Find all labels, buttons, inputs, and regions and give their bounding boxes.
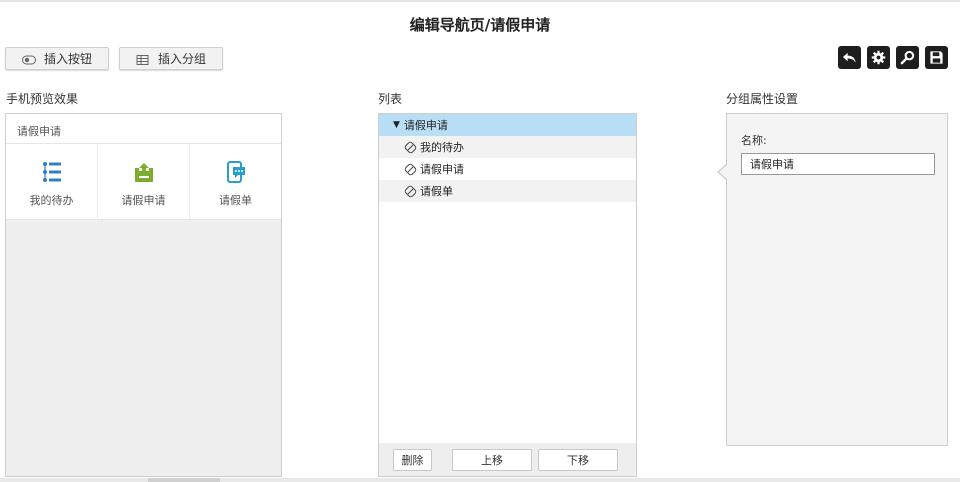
move-up-button[interactable]: 上移 xyxy=(452,449,532,471)
name-field[interactable] xyxy=(741,153,935,175)
insert-button-button[interactable]: 插入按钮 xyxy=(5,47,109,70)
save-icon xyxy=(930,51,943,64)
back-button[interactable] xyxy=(838,46,861,69)
delete-button[interactable]: 删除 xyxy=(393,449,432,471)
list-icon xyxy=(42,162,61,182)
link-icon xyxy=(404,185,417,197)
mobile-chat-icon xyxy=(226,161,245,183)
list-footer: 删除 上移 下移 xyxy=(379,443,636,476)
list-item-label: 请假申请 xyxy=(420,163,464,176)
preview-grid: 我的待办 请假申请 请假单 xyxy=(6,144,281,220)
preview-group-title: 请假申请 xyxy=(6,114,281,144)
list-item[interactable]: 我的待办 xyxy=(379,136,636,158)
preview-item-todo[interactable]: 我的待办 xyxy=(6,144,98,219)
props-panel: 名称: xyxy=(726,113,948,446)
list-section-label: 列表 xyxy=(378,92,403,106)
insert-group-label: 插入分组 xyxy=(157,52,206,66)
top-border xyxy=(0,0,960,2)
nav-list: ▼ 请假申请 我的待办 请假申请 请假单 删除 上移 下移 xyxy=(378,113,637,477)
page-title: 编辑导航页/请假申请 xyxy=(409,16,551,34)
expand-triangle-icon[interactable]: ▼ xyxy=(393,120,400,130)
list-item[interactable]: 请假单 xyxy=(379,180,636,202)
preview-item-leave-form[interactable]: 请假单 xyxy=(190,144,281,219)
scrollbar-thumb[interactable] xyxy=(148,478,220,482)
list-item[interactable]: 请假申请 xyxy=(379,158,636,180)
link-icon xyxy=(404,163,417,175)
link-icon xyxy=(404,141,417,153)
gear-icon xyxy=(871,50,886,65)
move-down-button[interactable]: 下移 xyxy=(538,449,618,471)
search-icon xyxy=(900,50,915,65)
props-pointer-inner xyxy=(719,164,728,180)
preview-item-label: 请假申请 xyxy=(121,194,166,207)
upload-tray-icon xyxy=(134,163,153,182)
toggle-icon xyxy=(21,54,36,64)
save-button[interactable] xyxy=(925,46,948,69)
list-group-row[interactable]: ▼ 请假申请 xyxy=(379,114,636,136)
back-icon xyxy=(842,52,856,63)
horizontal-scrollbar[interactable] xyxy=(0,478,960,482)
preview-item-label: 请假单 xyxy=(219,194,252,207)
name-label: 名称: xyxy=(741,134,767,147)
phone-preview: 请假申请 我的待办 请假申请 请假单 xyxy=(5,113,282,477)
list-item-label: 我的待办 xyxy=(420,141,464,154)
props-section-label: 分组属性设置 xyxy=(726,92,799,106)
preview-item-leave-apply[interactable]: 请假申请 xyxy=(98,144,190,219)
list-item-label: 请假单 xyxy=(420,185,453,198)
search-button[interactable] xyxy=(896,46,919,69)
grid-icon xyxy=(136,54,150,65)
settings-button[interactable] xyxy=(867,46,890,69)
insert-group-button[interactable]: 插入分组 xyxy=(119,47,223,70)
list-group-label: 请假申请 xyxy=(403,119,448,132)
preview-item-label: 我的待办 xyxy=(29,194,74,207)
insert-button-label: 插入按钮 xyxy=(43,52,92,66)
preview-section-label: 手机预览效果 xyxy=(6,92,79,106)
